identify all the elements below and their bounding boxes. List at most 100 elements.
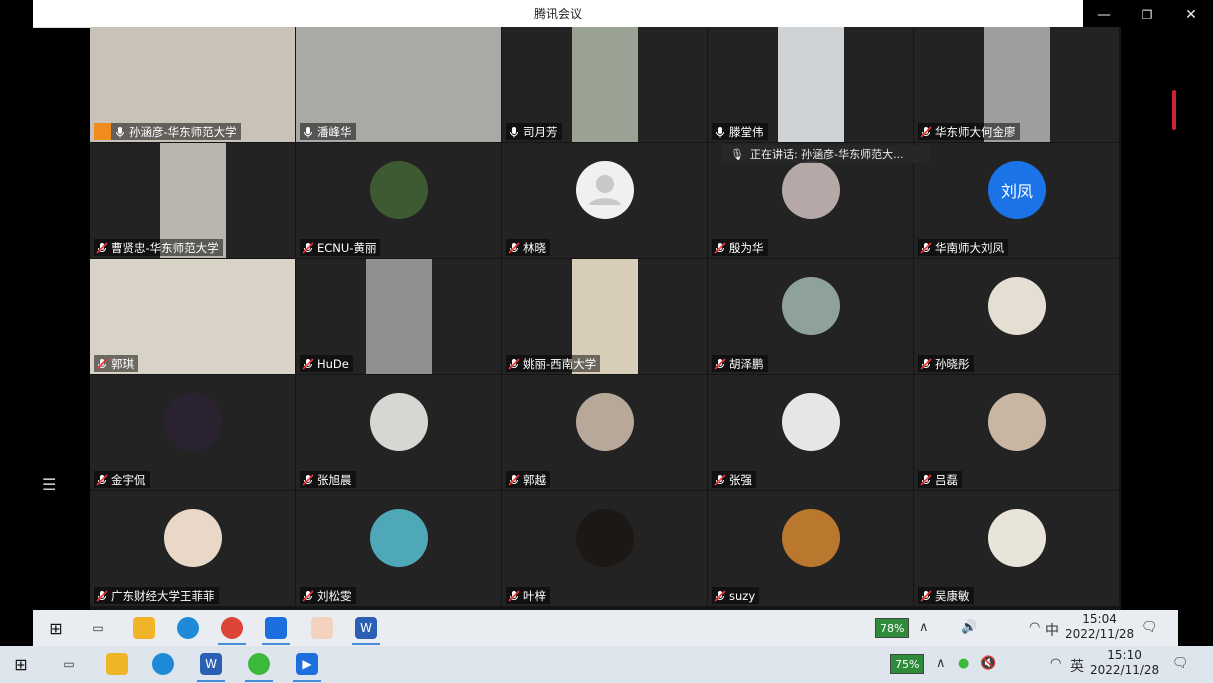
task-view-icon[interactable]: ▭ bbox=[87, 617, 109, 639]
mic-muted-icon bbox=[714, 473, 726, 486]
participant-name-tag: 胡泽鹏 bbox=[712, 355, 768, 372]
battery-indicator[interactable]: 75% bbox=[890, 654, 925, 674]
participant-tile[interactable]: 滕堂伟 bbox=[708, 27, 913, 142]
ime-indicator[interactable]: 英 bbox=[1070, 656, 1084, 676]
participant-name-tag: 广东财经大学王菲菲 bbox=[94, 587, 219, 604]
file-explorer-icon[interactable] bbox=[106, 653, 128, 675]
windows-start-icon[interactable]: ⊞ bbox=[45, 617, 67, 639]
participant-tile[interactable]: 刘松雯 bbox=[296, 491, 501, 606]
participant-name-tag: 张旭晨 bbox=[300, 471, 356, 488]
minimize-button[interactable]: — bbox=[1082, 0, 1126, 30]
notification-icon[interactable]: 🗨 bbox=[1141, 620, 1158, 635]
participant-tile[interactable]: 广东财经大学王菲菲 bbox=[90, 491, 295, 606]
clock-time: 15:04 bbox=[1082, 612, 1117, 626]
chevron-up-icon[interactable]: ∧ bbox=[936, 656, 946, 671]
list-toggle-icon[interactable]: ☰ bbox=[42, 475, 56, 494]
mic-muted-icon bbox=[920, 241, 932, 254]
participant-tile[interactable]: suzy bbox=[708, 491, 913, 606]
participant-tile[interactable]: ECNU-黄丽 bbox=[296, 143, 501, 258]
wifi-icon[interactable]: ◠ bbox=[1050, 656, 1061, 671]
mic-muted-icon bbox=[714, 241, 726, 254]
participant-tile[interactable]: 郭琪 bbox=[90, 259, 295, 374]
video-feed bbox=[571, 27, 638, 142]
participant-tile[interactable]: 张强 bbox=[708, 375, 913, 490]
mic-muted-icon bbox=[96, 473, 108, 486]
tencent-meeting-icon[interactable] bbox=[265, 617, 287, 639]
participant-name: 吕磊 bbox=[935, 472, 958, 487]
clock-date: 2022/11/28 bbox=[1090, 663, 1160, 677]
participant-tile[interactable]: 潘峰华 bbox=[296, 27, 501, 142]
active-indicator bbox=[262, 643, 290, 645]
participant-name: ECNU-黄丽 bbox=[317, 240, 377, 255]
participant-name: 孙涵彦-华东师范大学 bbox=[129, 124, 237, 139]
volume-icon[interactable]: 🔊 bbox=[961, 620, 977, 635]
participant-name-tag: 司月芳 bbox=[506, 123, 562, 140]
mic-on-icon bbox=[114, 126, 126, 138]
word-icon[interactable]: W bbox=[355, 617, 377, 639]
participant-tile[interactable]: 孙涵彦-华东师范大学 bbox=[90, 27, 295, 142]
participant-tile[interactable]: 司月芳 bbox=[502, 27, 707, 142]
photos-icon[interactable] bbox=[311, 617, 333, 639]
mic-on-icon bbox=[302, 126, 314, 138]
ime-indicator[interactable]: 中 bbox=[1045, 620, 1059, 640]
participant-tile[interactable]: 叶梓 bbox=[502, 491, 707, 606]
windows-start-icon[interactable]: ⊞ bbox=[10, 653, 32, 675]
participant-tile[interactable]: 胡泽鹏 bbox=[708, 259, 913, 374]
restore-button[interactable]: ❐ bbox=[1125, 0, 1169, 30]
participant-name-tag: ECNU-黄丽 bbox=[300, 239, 381, 256]
wechat-icon[interactable] bbox=[248, 653, 270, 675]
edge-icon[interactable] bbox=[177, 617, 199, 639]
avatar bbox=[164, 393, 222, 451]
participant-tile[interactable]: 林晓 bbox=[502, 143, 707, 258]
chevron-up-icon[interactable]: ∧ bbox=[919, 620, 929, 635]
wifi-icon[interactable]: ◠ bbox=[1029, 620, 1040, 635]
participant-tile[interactable]: 吴康敏 bbox=[914, 491, 1119, 606]
chrome-icon[interactable] bbox=[221, 617, 243, 639]
participant-name: 张强 bbox=[729, 472, 752, 487]
participant-tile[interactable]: 吕磊 bbox=[914, 375, 1119, 490]
participant-name-tag: 孙晓彤 bbox=[918, 355, 974, 372]
avatar bbox=[164, 509, 222, 567]
mic-on-icon bbox=[508, 126, 520, 138]
battery-indicator[interactable]: 78% bbox=[875, 618, 910, 638]
participant-tile[interactable]: 姚丽-西南大学 bbox=[502, 259, 707, 374]
participant-name-tag: 刘松雯 bbox=[300, 587, 356, 604]
participant-name: 金宇侃 bbox=[111, 472, 146, 487]
participant-tile[interactable]: 刘凤 华南师大刘凤 bbox=[914, 143, 1119, 258]
media-player-icon[interactable]: ▶ bbox=[296, 653, 318, 675]
participant-name: 刘松雯 bbox=[317, 588, 352, 603]
participant-tile[interactable]: 华东师大何金廖 bbox=[914, 27, 1119, 142]
edge-icon[interactable] bbox=[152, 653, 174, 675]
participant-tile[interactable]: 孙晓彤 bbox=[914, 259, 1119, 374]
clock[interactable]: 15:04 2022/11/28 bbox=[1065, 612, 1134, 642]
participant-tile[interactable]: 金宇侃 bbox=[90, 375, 295, 490]
active-indicator bbox=[218, 643, 246, 645]
participant-tile[interactable]: HuDe bbox=[296, 259, 501, 374]
participant-name: 叶梓 bbox=[523, 588, 546, 603]
clock[interactable]: 15:10 2022/11/28 bbox=[1090, 648, 1159, 678]
mic-muted-icon bbox=[96, 357, 108, 370]
participant-tile[interactable]: 郭越 bbox=[502, 375, 707, 490]
mic-muted-icon bbox=[302, 473, 314, 486]
word-icon[interactable]: W bbox=[200, 653, 222, 675]
active-indicator bbox=[245, 680, 273, 682]
mic-muted-icon bbox=[920, 125, 932, 138]
speaking-indicator: 🎙 正在讲话: 孙涵彦-华东师范大... bbox=[722, 145, 930, 163]
participant-name: 曹贤忠-华东师范大学 bbox=[111, 240, 219, 255]
participant-name: suzy bbox=[729, 588, 756, 603]
task-view-icon[interactable]: ▭ bbox=[58, 653, 80, 675]
file-explorer-icon[interactable] bbox=[133, 617, 155, 639]
participant-name: 孙晓彤 bbox=[935, 356, 970, 371]
avatar bbox=[576, 161, 634, 219]
participant-tile[interactable]: 张旭晨 bbox=[296, 375, 501, 490]
avatar bbox=[576, 393, 634, 451]
wechat-tray-icon[interactable]: ● bbox=[958, 656, 969, 671]
close-button[interactable]: ✕ bbox=[1169, 0, 1213, 30]
notification-icon[interactable]: 🗨 bbox=[1172, 656, 1189, 671]
participant-name: 广东财经大学王菲菲 bbox=[111, 588, 215, 603]
video-feed bbox=[777, 27, 844, 142]
participant-name: 华东师大何金廖 bbox=[935, 124, 1016, 139]
taskbar-lower: ⊞ ▭ W ▶ 75% ∧ ● 🔇 ◠ 英 15:10 2022/11/28 🗨 bbox=[0, 646, 1213, 683]
participant-tile[interactable]: 曹贤忠-华东师范大学 bbox=[90, 143, 295, 258]
mute-icon[interactable]: 🔇 bbox=[980, 656, 996, 671]
